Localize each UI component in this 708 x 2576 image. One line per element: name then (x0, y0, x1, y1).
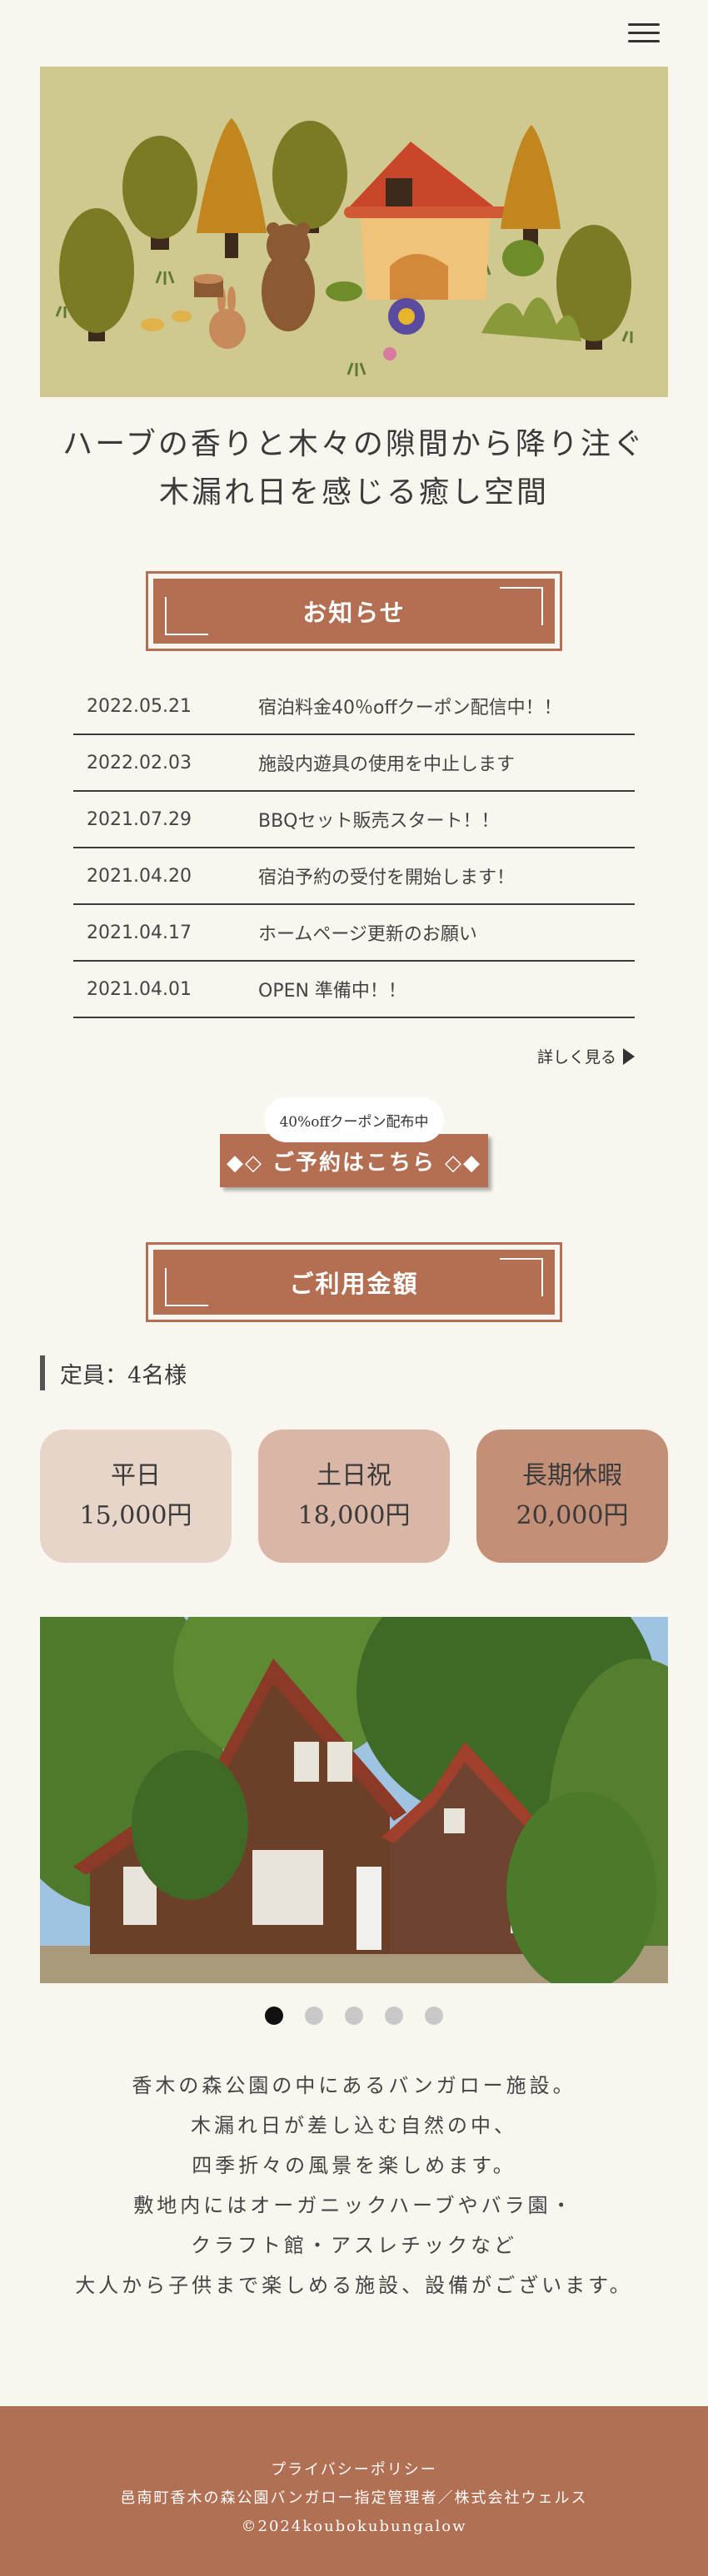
hamburger-menu-icon[interactable] (628, 20, 661, 45)
slider-dot[interactable] (305, 2007, 323, 2025)
slider-dots (0, 2007, 708, 2025)
slider-dot[interactable] (425, 2007, 443, 2025)
news-text: OPEN 準備中！！ (258, 981, 406, 1002)
price-card-weekend: 土日祝 18,000円 (258, 1430, 450, 1563)
price-card-holiday: 長期休暇 20,000円 (476, 1430, 668, 1563)
news-date: 2022.05.21 (87, 695, 192, 717)
privacy-policy-link[interactable]: プライバシーポリシー (271, 2461, 437, 2479)
news-date: 2021.07.29 (87, 808, 192, 830)
capacity-label: 定員：4名様 (40, 1355, 187, 1390)
news-text: 施設内遊具の使用を中止します (258, 754, 516, 775)
intro-text: 香木の森公園の中にあるバンガロー施設。 木漏れ日が差し込む自然の中、 四季折々の… (0, 2066, 708, 2305)
news-title: お知らせ (302, 599, 406, 627)
news-text: ホームページ更新のお願い (258, 924, 477, 945)
intro-line: 敷地内にはオーガニックハーブやバラ園・ (133, 2194, 575, 2217)
news-text: 宿泊料金40％offクーポン配信中！！ (258, 698, 562, 719)
footer-manager: 邑南町香木の森公園バンガロー指定管理者／株式会社ウェルス (120, 2489, 588, 2507)
news-more-link[interactable]: 詳しく見る (537, 1045, 635, 1067)
slider-dot[interactable] (385, 2007, 403, 2025)
intro-line: 香木の森公園の中にあるバンガロー施設。 (132, 2074, 576, 2097)
news-item[interactable]: 2021.04.01 OPEN 準備中！！ (73, 962, 635, 1018)
intro-line: 大人から子供まで楽しめる施設、設備がございます。 (75, 2274, 633, 2297)
coupon-badge: 40%offクーポン配布中 (264, 1097, 444, 1142)
news-date: 2021.04.20 (87, 865, 192, 887)
footer-copyright: ©2024koubokubungalow (241, 2518, 467, 2535)
news-date: 2021.04.17 (87, 922, 192, 943)
intro-line: クラフト館・アスレチックなど (191, 2234, 517, 2257)
more-label: 詳しく見る (536, 1048, 616, 1067)
footer: プライバシーポリシー 邑南町香木の森公園バンガロー指定管理者／株式会社ウェルス … (0, 2406, 708, 2576)
price-value: 15,000円 (79, 1501, 192, 1530)
price-label: 長期休暇 (522, 1461, 622, 1490)
tagline-line-1: ハーブの香りと木々の隙間から降り注ぐ (62, 427, 646, 461)
price-card-weekday: 平日 15,000円 (40, 1430, 232, 1563)
intro-line: 木漏れ日が差し込む自然の中、 (191, 2114, 517, 2137)
bungalow-photo (40, 1617, 668, 1983)
slider-dot[interactable] (345, 2007, 363, 2025)
hero-tagline: ハーブの香りと木々の隙間から降り注ぐ 木漏れ日を感じる癒し空間 (0, 420, 708, 517)
pricing-section-title: ご利用金額 (146, 1242, 562, 1322)
news-item[interactable]: 2021.07.29 BBQセット販売スタート！！ (73, 792, 635, 848)
price-value: 18,000円 (297, 1501, 411, 1530)
news-section-title: お知らせ (146, 571, 562, 651)
news-item[interactable]: 2021.04.17 ホームページ更新のお願い (73, 905, 635, 962)
news-item[interactable]: 2021.04.20 宿泊予約の受付を開始します！ (73, 848, 635, 905)
news-text: 宿泊予約の受付を開始します！ (258, 868, 516, 888)
price-label: 平日 (111, 1461, 161, 1490)
pricing-title: ご利用金額 (289, 1270, 419, 1298)
news-item[interactable]: 2022.05.21 宿泊料金40％offクーポン配信中！！ (73, 679, 635, 735)
price-label: 土日祝 (317, 1461, 391, 1490)
news-date: 2022.02.03 (87, 752, 192, 773)
news-date: 2021.04.01 (87, 978, 192, 1000)
news-list: 2022.05.21 宿泊料金40％offクーポン配信中！！ 2022.02.03… (73, 679, 635, 1018)
slider-dot[interactable] (265, 2007, 283, 2025)
hero-illustration (40, 67, 668, 397)
arrow-right-icon (623, 1047, 635, 1065)
news-text: BBQセット販売スタート！！ (258, 811, 500, 832)
intro-line: 四季折々の風景を楽しめます。 (192, 2154, 516, 2177)
tagline-line-2: 木漏れ日を感じる癒し空間 (158, 475, 549, 510)
price-value: 20,000円 (516, 1501, 629, 1530)
news-item[interactable]: 2022.02.03 施設内遊具の使用を中止します (73, 735, 635, 792)
